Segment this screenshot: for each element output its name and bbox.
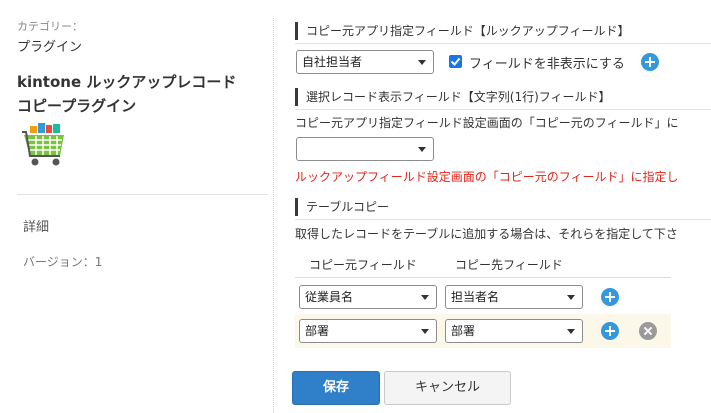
display-field-description: コピー元アプリ指定フィールド設定画面の「コピー元のフィールド」に [295,116,679,130]
section-heading-display: 選択レコード表示フィールド【文字列(1行)フィールド】 [295,88,711,106]
chevron-down-icon [421,329,429,334]
lookup-field-select[interactable]: 自社担当者 [296,50,434,74]
checkmark-icon [450,57,461,66]
category-label: カテゴリー： [17,20,83,33]
section-heading-lookup: コピー元アプリ指定フィールド【ルックアップフィールド】 [295,22,711,40]
dest-field-value: 部署 [451,324,476,338]
table-copy-description: 取得したレコードをテーブルに追加する場合は、それらを指定して下さ [295,227,678,241]
dest-field-select[interactable]: 担当者名 [445,285,583,309]
dest-field-select[interactable]: 部署 [445,319,583,343]
hide-field-label: フィールドを非表示にする [469,57,625,72]
plugin-title: kintone ルックアップレコード コピープラグイン [17,70,236,118]
version-label: バージョン：1 [23,255,103,269]
table-header: コピー元フィールド コピー先フィールド [295,252,671,278]
lookup-field-value: 自社担当者 [302,55,363,69]
table-row: 従業員名 担当者名 [295,280,671,314]
plugin-info-panel: カテゴリー： プラグイン kintone ルックアップレコード コピープラグイン… [0,0,268,413]
chevron-down-icon [421,295,429,300]
plugin-title-line1: kintone ルックアップレコード [17,73,237,91]
hide-field-checkbox[interactable] [449,55,462,68]
divider [17,194,268,195]
chevron-down-icon [418,147,426,152]
source-field-value: 従業員名 [305,290,354,304]
chevron-down-icon [418,60,426,65]
category-value: プラグイン [17,40,83,55]
column-header-dest: コピー先フィールド [455,258,563,272]
add-row-icon[interactable] [601,322,619,340]
save-button[interactable]: 保存 [292,371,380,405]
source-field-select[interactable]: 従業員名 [299,285,437,309]
shopping-cart-icon [22,122,68,170]
column-header-source: コピー元フィールド [309,258,417,272]
add-row-icon[interactable] [601,288,619,306]
chevron-down-icon [567,329,575,334]
section-heading-table: テーブルコピー [295,198,711,216]
dest-field-value: 担当者名 [451,290,500,304]
add-lookup-field-icon[interactable] [641,53,659,71]
source-field-select[interactable]: 部署 [299,319,437,343]
section-divider [295,43,711,44]
display-field-warning: ルックアップフィールド設定画面の「コピー元のフィールド」に指定し [295,170,679,184]
section-divider [295,109,711,110]
source-field-value: 部署 [305,324,330,338]
remove-row-icon[interactable] [639,322,657,340]
plugin-title-line2: コピープラグイン [17,97,137,115]
cancel-button[interactable]: キャンセル [384,371,511,405]
table-row: 部署 部署 [295,314,671,348]
display-field-select[interactable] [296,137,434,161]
chevron-down-icon [567,295,575,300]
column-separator [273,18,274,413]
section-divider [295,219,711,220]
detail-link[interactable]: 詳細 [23,216,49,235]
